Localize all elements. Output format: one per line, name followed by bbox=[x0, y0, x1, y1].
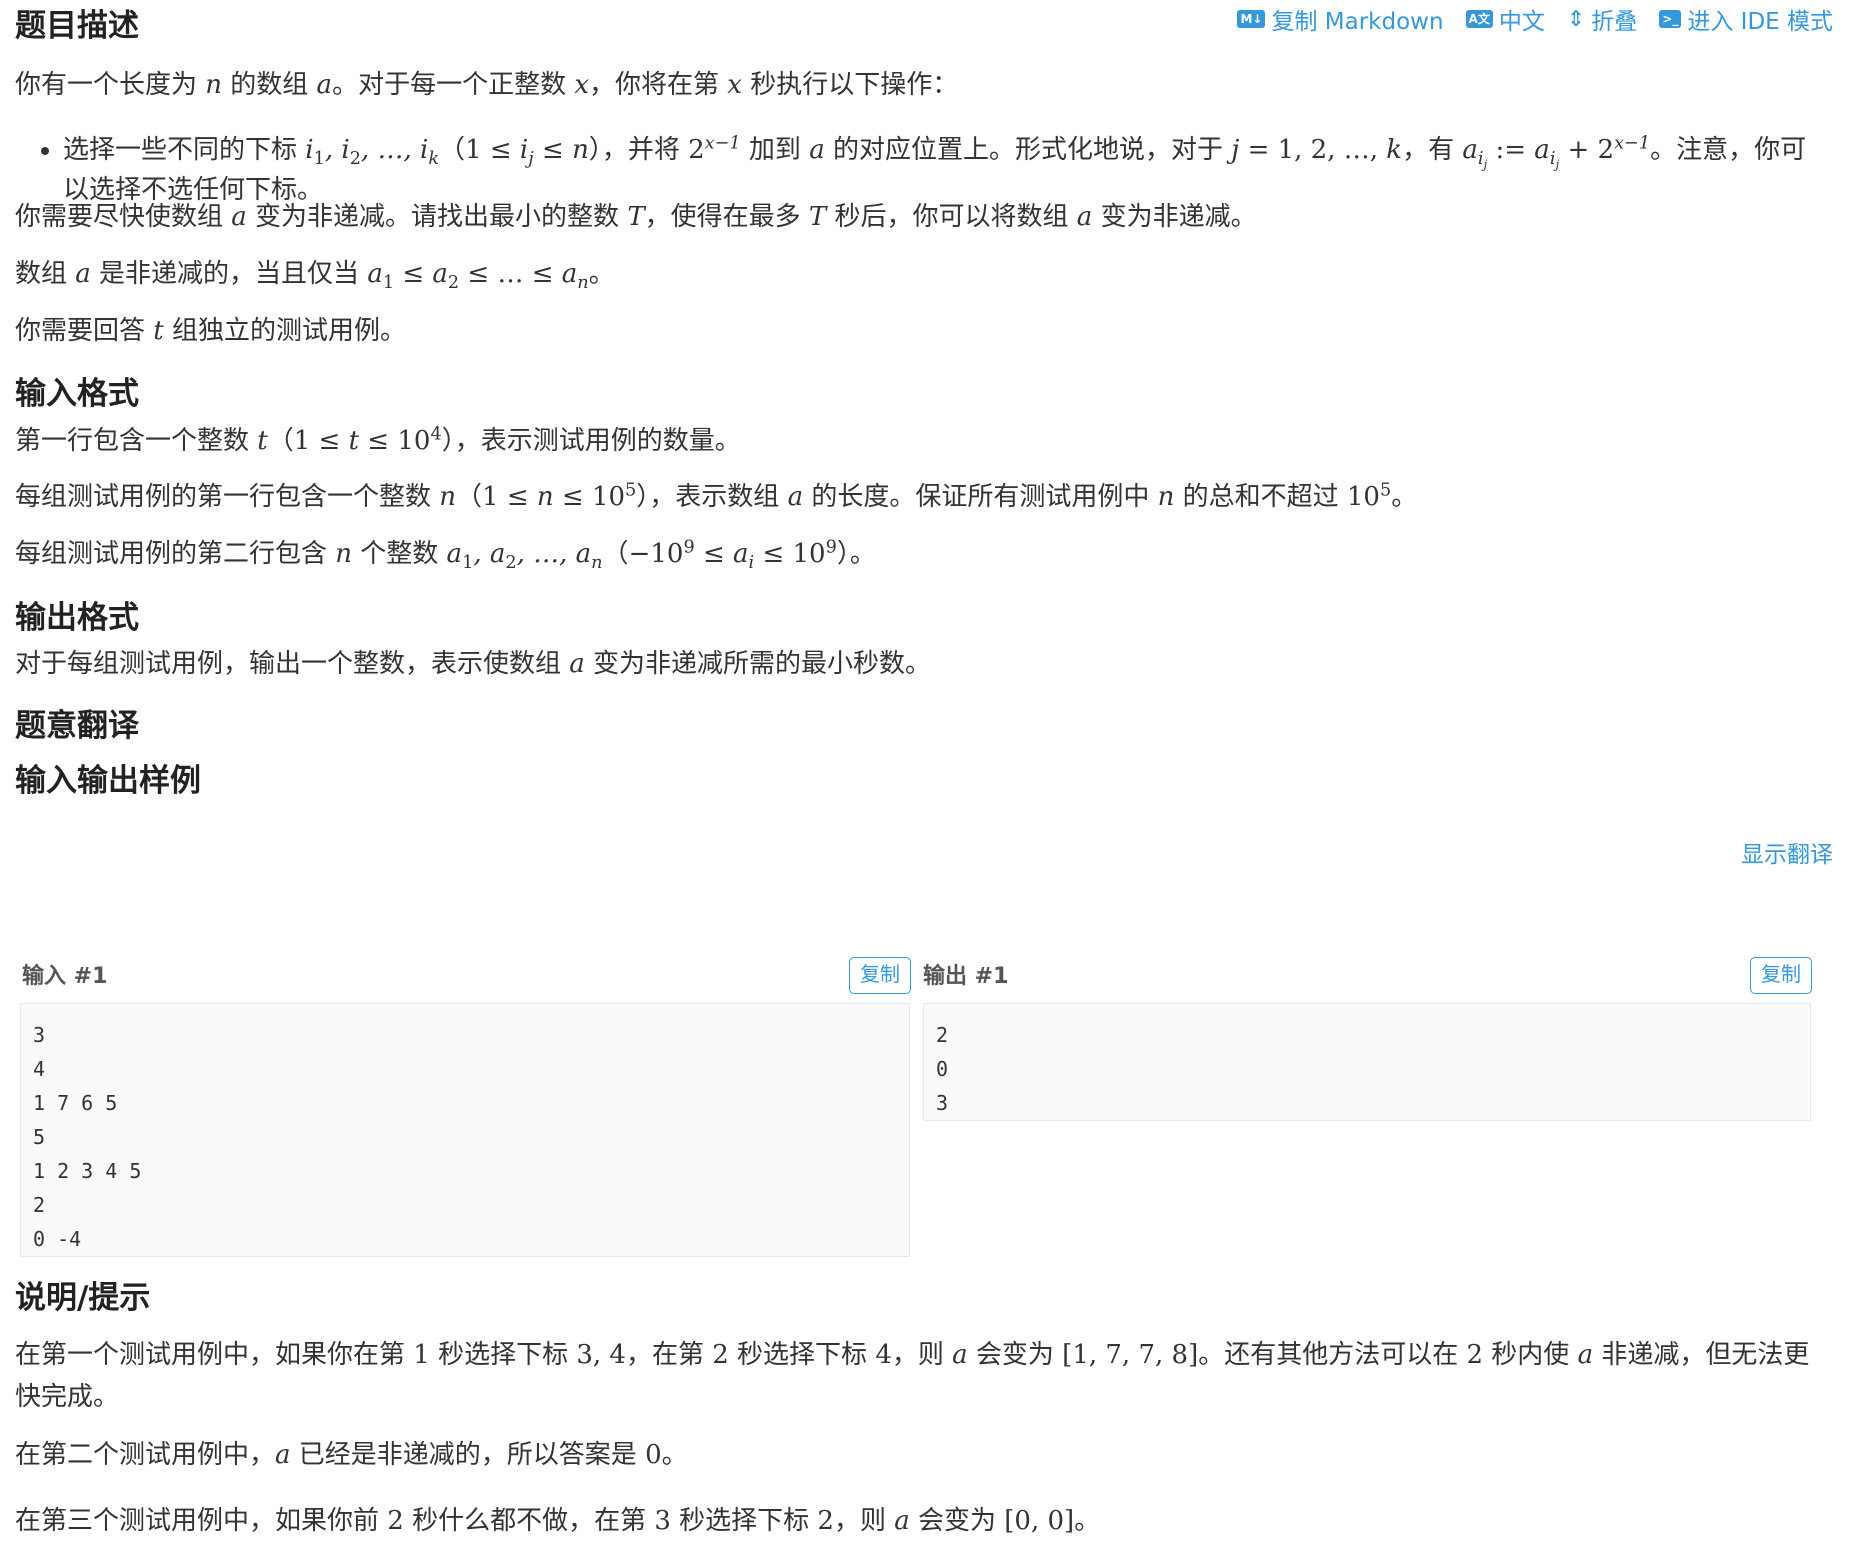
sample-output-box[interactable]: 2 0 3 bbox=[923, 1003, 1811, 1121]
description-paragraph-1: 你有一个长度为 n 的数组 a。对于每一个正整数 x，你将在第 x 秒执行以下操… bbox=[15, 70, 959, 100]
copy-markdown-label: 复制 Markdown bbox=[1271, 9, 1444, 35]
sample-input-box[interactable]: 3 4 1 7 6 5 5 1 2 3 4 5 2 0 -4 bbox=[20, 1003, 910, 1257]
copy-output-button[interactable]: 复制 bbox=[1750, 957, 1812, 994]
notes-paragraph-3: 在第三个测试用例中，如果你前 2 秒什么都不做，在第 3 秒选择下标 2，则 a… bbox=[15, 1506, 1101, 1536]
description-paragraph-3: 数组 a 是非递减的，当且仅当 a1 ≤ a2 ≤ … ≤ an。 bbox=[15, 259, 615, 294]
heading-description: 题目描述 bbox=[15, 8, 139, 44]
fold-icon: ⇕ bbox=[1566, 6, 1586, 32]
markdown-icon: M↓ bbox=[1237, 10, 1266, 28]
output-paragraph: 对于每组测试用例，输出一个整数，表示使数组 a 变为非递减所需的最小秒数。 bbox=[15, 649, 932, 679]
ide-mode-label: 进入 IDE 模式 bbox=[1687, 9, 1833, 35]
fold-label: 折叠 bbox=[1591, 9, 1638, 35]
translate-icon: A文 bbox=[1465, 10, 1493, 28]
description-paragraph-2: 你需要尽快使数组 a 变为非递减。请找出最小的整数 T，使得在最多 T 秒后，你… bbox=[15, 202, 1257, 232]
sample-output-title: 输出 #1 bbox=[923, 964, 1009, 989]
heading-samples: 输入输出样例 bbox=[15, 763, 201, 799]
heading-notes: 说明/提示 bbox=[15, 1280, 151, 1316]
copy-markdown-button[interactable]: M↓ 复制 Markdown bbox=[1237, 2, 1444, 36]
input-paragraph-3: 每组测试用例的第二行包含 n 个整数 a1, a2, …, an（−109 ≤ … bbox=[15, 537, 876, 574]
sample-input-title: 输入 #1 bbox=[22, 964, 108, 989]
input-paragraph-1: 第一行包含一个整数 t（1 ≤ t ≤ 104），表示测试用例的数量。 bbox=[15, 424, 741, 456]
notes-paragraph-2: 在第二个测试用例中，a 已经是非递减的，所以答案是 0。 bbox=[15, 1440, 688, 1470]
language-button[interactable]: A文 中文 bbox=[1465, 2, 1545, 36]
heading-input-format: 输入格式 bbox=[15, 376, 139, 412]
heading-translation: 题意翻译 bbox=[15, 708, 139, 744]
fold-button[interactable]: ⇕ 折叠 bbox=[1567, 2, 1637, 36]
input-paragraph-2: 每组测试用例的第一行包含一个整数 n（1 ≤ n ≤ 105），表示数组 a 的… bbox=[15, 480, 1418, 512]
heading-output-format: 输出格式 bbox=[15, 600, 139, 636]
copy-input-button[interactable]: 复制 bbox=[849, 957, 911, 994]
notes-paragraph-1: 在第一个测试用例中，如果你在第 1 秒选择下标 3, 4，在第 2 秒选择下标 … bbox=[15, 1340, 1810, 1412]
show-translation-link[interactable]: 显示翻译 bbox=[1741, 835, 1833, 869]
ide-mode-button[interactable]: >_ 进入 IDE 模式 bbox=[1659, 2, 1833, 36]
language-label: 中文 bbox=[1498, 9, 1545, 35]
terminal-icon: >_ bbox=[1659, 10, 1682, 28]
problem-toolbar: M↓ 复制 Markdown A文 中文 ⇕ 折叠 >_ 进入 IDE 模式 bbox=[1237, 2, 1833, 36]
description-paragraph-4: 你需要回答 t 组独立的测试用例。 bbox=[15, 316, 406, 346]
